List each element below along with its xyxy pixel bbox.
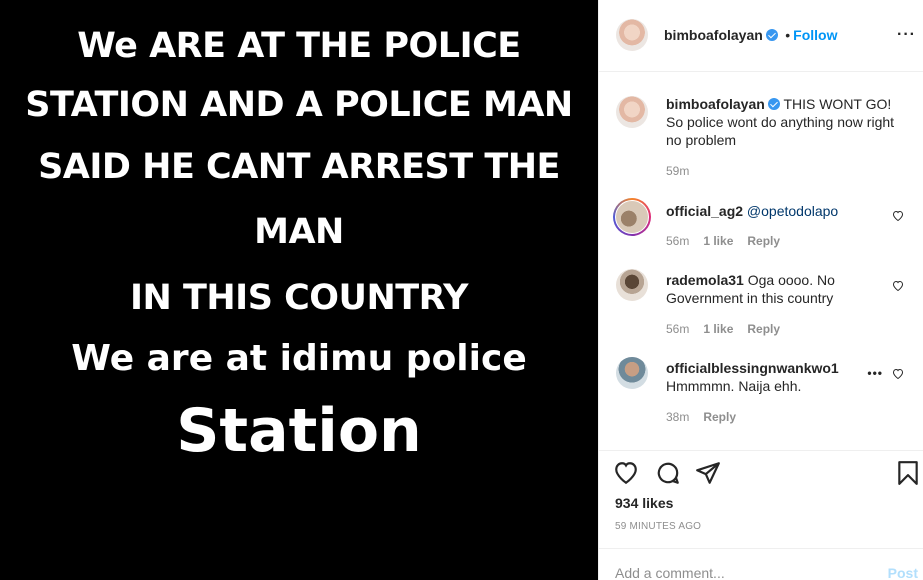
like-comment-heart-icon[interactable] <box>892 368 904 379</box>
verified-badge-icon <box>767 98 780 110</box>
comment: officialblessingnwankwo1 Hmmmmn. Naija e… <box>666 359 866 395</box>
comment-input[interactable] <box>615 563 855 580</box>
add-comment-row: Post <box>599 548 923 580</box>
avatar[interactable] <box>616 269 648 301</box>
comment-time[interactable]: 56m <box>666 322 689 336</box>
comment-meta: 38m Reply <box>666 410 736 424</box>
reply-button[interactable]: Reply <box>703 410 736 424</box>
share-icon[interactable] <box>695 460 721 486</box>
image-text-line: STATION AND A POLICE MAN <box>25 85 573 125</box>
caption-username-link[interactable]: bimboafolayan <box>666 96 765 112</box>
username-link[interactable]: bimboafolayan <box>664 27 763 43</box>
avatar <box>616 201 648 233</box>
more-dots-icon[interactable]: ··· <box>897 27 916 43</box>
post-header: bimboafolayan • Follow ··· <box>599 0 923 72</box>
like-comment-heart-icon[interactable] <box>892 210 904 221</box>
caption: bimboafolayan THIS WONT GO! So police wo… <box>666 95 906 149</box>
header-user-row: bimboafolayan • Follow <box>664 27 837 45</box>
image-text-line: MAN <box>254 212 344 252</box>
heart-icon[interactable] <box>613 460 639 486</box>
comment-meta: 56m 1 like Reply <box>666 322 780 336</box>
post-sidebar: bimboafolayan • Follow ··· bimboafolayan … <box>598 0 923 580</box>
like-comment-heart-icon[interactable] <box>892 280 904 291</box>
image-text-line: Station <box>176 396 422 466</box>
post-comment-button[interactable]: Post <box>888 565 918 580</box>
comment-more-dots-icon[interactable]: ••• <box>867 366 883 380</box>
post-timestamp[interactable]: 59 MINUTES AGO <box>615 521 701 532</box>
separator-dot: • <box>785 27 791 43</box>
mention-link[interactable]: @opetodolapo <box>747 203 838 219</box>
avatar-story-ring[interactable] <box>613 198 651 236</box>
comment-time[interactable]: 56m <box>666 234 689 248</box>
comment: rademola31 Oga oooo. No Government in th… <box>666 271 871 307</box>
comment-username-link[interactable]: official_ag2 <box>666 203 743 219</box>
image-text-line: We are at idimu police <box>71 338 527 379</box>
avatar[interactable] <box>616 96 648 128</box>
verified-badge-icon <box>765 29 778 41</box>
follow-button[interactable]: Follow <box>793 27 837 43</box>
avatar[interactable] <box>616 357 648 389</box>
avatar[interactable] <box>616 19 648 51</box>
comment-likes[interactable]: 1 like <box>703 322 733 336</box>
comment-time[interactable]: 38m <box>666 410 689 424</box>
image-text-line: IN THIS COUNTRY <box>130 278 469 318</box>
comment-likes[interactable]: 1 like <box>703 234 733 248</box>
comment-username-link[interactable]: rademola31 <box>666 272 744 288</box>
bookmark-icon[interactable] <box>895 460 921 486</box>
likes-count[interactable]: 934 likes <box>615 495 673 511</box>
comment: official_ag2 @opetodolapo <box>666 202 876 220</box>
comment-icon[interactable] <box>655 460 681 486</box>
image-text-line: SAID HE CANT ARREST THE <box>38 147 560 187</box>
post-image[interactable]: We ARE AT THE POLICE STATION AND A POLIC… <box>0 0 598 580</box>
caption-time[interactable]: 59m <box>666 164 689 178</box>
comment-meta: 56m 1 like Reply <box>666 234 780 248</box>
reply-button[interactable]: Reply <box>747 234 780 248</box>
image-text-line: We ARE AT THE POLICE <box>77 26 521 66</box>
comment-username-link[interactable]: officialblessingnwankwo1 <box>666 360 839 376</box>
reply-button[interactable]: Reply <box>747 322 780 336</box>
comment-text: Hmmmmn. Naija ehh. <box>666 378 802 394</box>
